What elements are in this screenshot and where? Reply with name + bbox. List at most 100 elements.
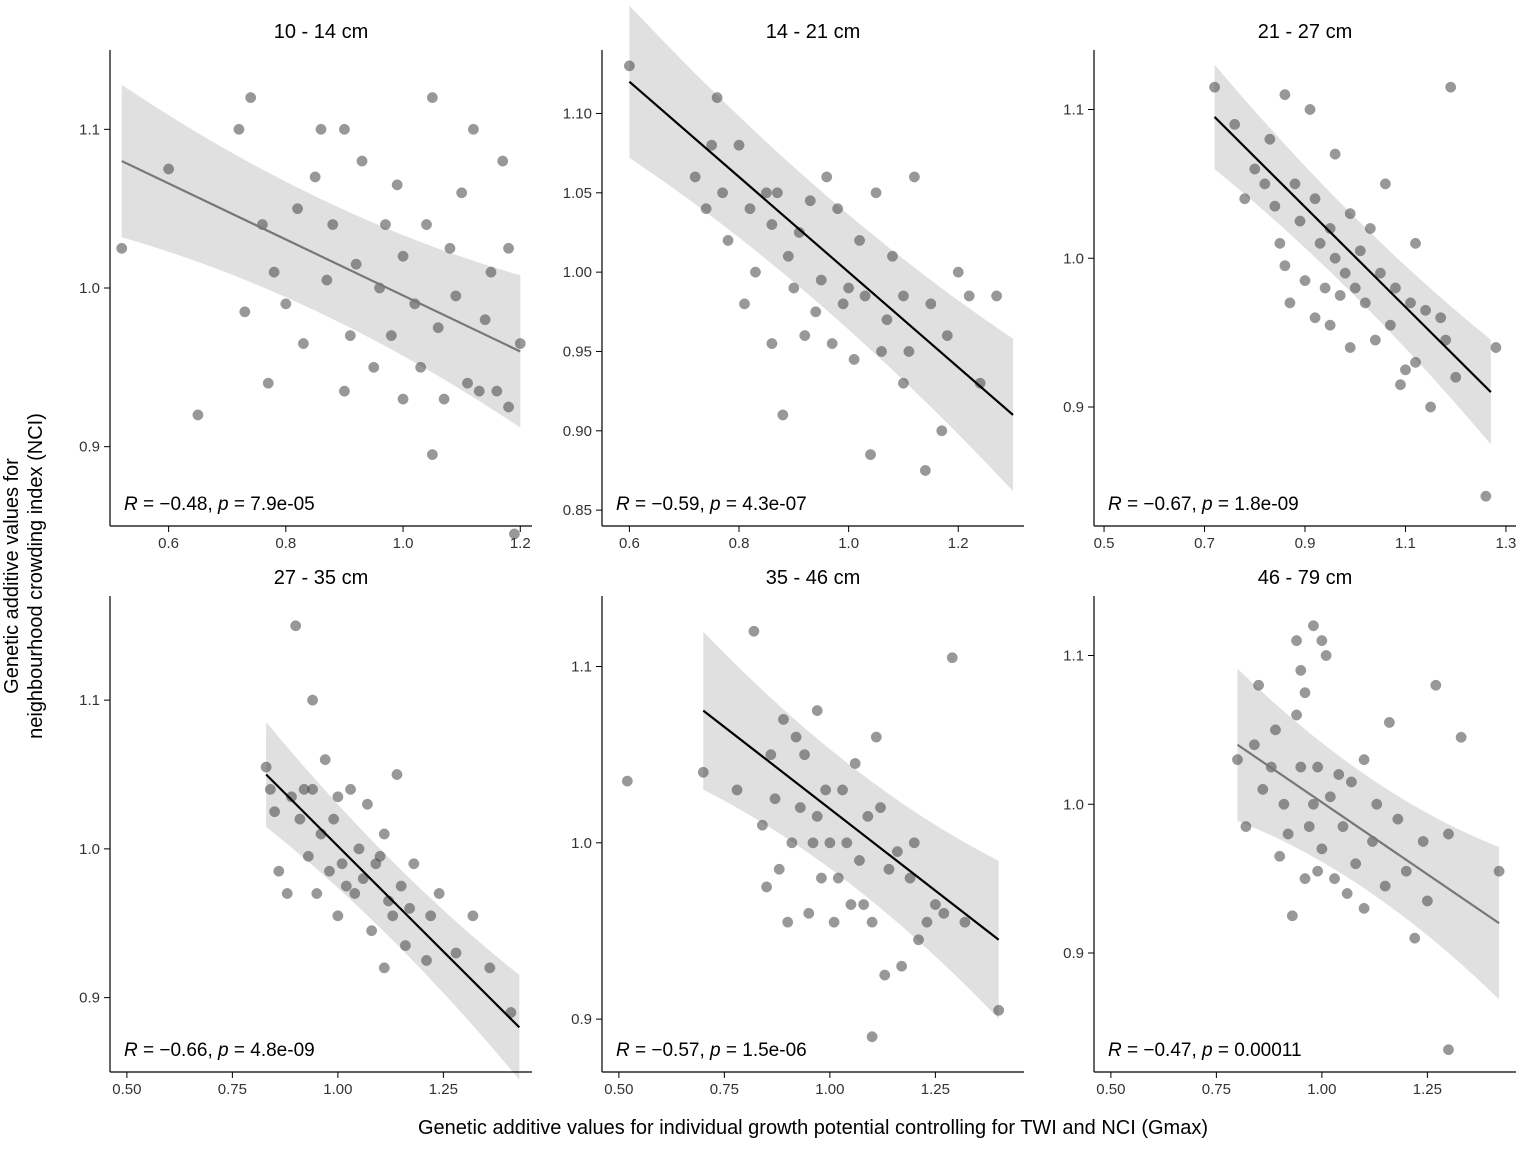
- data-point: [1330, 149, 1340, 159]
- data-point: [1260, 179, 1270, 189]
- data-point: [503, 402, 513, 412]
- data-point: [939, 908, 949, 918]
- svg-text:0.9: 0.9: [571, 1011, 592, 1028]
- svg-text:1.1: 1.1: [571, 659, 592, 676]
- data-point: [421, 219, 431, 229]
- data-point: [396, 881, 406, 891]
- data-point: [1359, 754, 1369, 764]
- data-point: [1209, 82, 1219, 92]
- data-point: [324, 866, 334, 876]
- data-point: [292, 203, 302, 213]
- data-point: [421, 955, 431, 965]
- data-point: [816, 873, 826, 883]
- data-point: [822, 172, 832, 182]
- data-point: [492, 386, 502, 396]
- facet-panel: 14 - 21 cm0.60.81.01.20.850.900.951.001.…: [563, 6, 1024, 552]
- facet-panel: 10 - 14 cm0.60.81.01.20.91.01.1R = −0.48…: [79, 21, 532, 552]
- data-point: [350, 888, 360, 898]
- data-point: [480, 315, 490, 325]
- data-point: [1372, 799, 1382, 809]
- data-point: [937, 426, 947, 436]
- data-point: [1443, 1044, 1453, 1054]
- data-point: [117, 243, 127, 253]
- svg-text:1.25: 1.25: [429, 1081, 458, 1098]
- data-point: [404, 903, 414, 913]
- data-point: [778, 410, 788, 420]
- data-point: [375, 851, 385, 861]
- data-point: [734, 140, 744, 150]
- data-point: [386, 330, 396, 340]
- svg-text:1.1: 1.1: [1063, 102, 1084, 119]
- data-point: [1253, 680, 1263, 690]
- data-point: [1335, 290, 1345, 300]
- data-point: [953, 267, 963, 277]
- data-point: [783, 251, 793, 261]
- data-point: [867, 1032, 877, 1042]
- data-point: [887, 251, 897, 261]
- data-point: [1321, 650, 1331, 660]
- data-point: [1300, 873, 1310, 883]
- data-point: [1395, 379, 1405, 389]
- data-point: [892, 846, 902, 856]
- data-point: [1380, 881, 1390, 891]
- data-point: [269, 267, 279, 277]
- data-point: [1431, 680, 1441, 690]
- data-point: [486, 267, 496, 277]
- data-point: [1317, 844, 1327, 854]
- data-point: [1385, 320, 1395, 330]
- svg-text:1.0: 1.0: [571, 835, 592, 852]
- data-point: [832, 203, 842, 213]
- svg-text:1.1: 1.1: [79, 121, 100, 138]
- data-point: [1325, 792, 1335, 802]
- data-point: [1350, 283, 1360, 293]
- data-point: [1317, 635, 1327, 645]
- data-point: [503, 243, 513, 253]
- data-point: [193, 410, 203, 420]
- data-point: [339, 386, 349, 396]
- data-point: [1280, 89, 1290, 99]
- data-point: [445, 243, 455, 253]
- data-point: [265, 784, 275, 794]
- svg-text:0.9: 0.9: [1063, 945, 1084, 962]
- svg-text:0.90: 0.90: [563, 423, 592, 440]
- svg-text:0.8: 0.8: [729, 535, 750, 552]
- data-point: [1345, 342, 1355, 352]
- svg-text:0.9: 0.9: [79, 990, 100, 1007]
- svg-text:0.9: 0.9: [1063, 399, 1084, 416]
- data-point: [624, 61, 634, 71]
- data-point: [854, 855, 864, 865]
- data-point: [274, 866, 284, 876]
- data-point: [717, 188, 727, 198]
- data-point: [871, 188, 881, 198]
- data-point: [896, 961, 906, 971]
- data-point: [281, 299, 291, 309]
- data-point: [1232, 754, 1242, 764]
- data-point: [805, 196, 815, 206]
- data-point: [1310, 313, 1320, 323]
- data-point: [865, 449, 875, 459]
- data-point: [799, 749, 809, 759]
- data-point: [757, 820, 767, 830]
- svg-text:1.2: 1.2: [510, 535, 531, 552]
- data-point: [849, 354, 859, 364]
- data-point: [1310, 194, 1320, 204]
- data-point: [1270, 725, 1280, 735]
- facet-panel: 46 - 79 cm0.500.751.001.250.91.01.1R = −…: [1063, 567, 1516, 1098]
- data-point: [909, 838, 919, 848]
- data-point: [1410, 357, 1420, 367]
- data-point: [1240, 194, 1250, 204]
- svg-text:0.6: 0.6: [619, 535, 640, 552]
- data-point: [964, 291, 974, 301]
- data-point: [1338, 821, 1348, 831]
- data-point: [328, 219, 338, 229]
- data-point: [1420, 305, 1430, 315]
- data-point: [1229, 119, 1239, 129]
- data-point: [1345, 208, 1355, 218]
- data-point: [1305, 104, 1315, 114]
- data-point: [1365, 223, 1375, 233]
- data-point: [782, 917, 792, 927]
- data-point: [468, 124, 478, 134]
- data-point: [263, 378, 273, 388]
- data-point: [298, 338, 308, 348]
- data-point: [816, 275, 826, 285]
